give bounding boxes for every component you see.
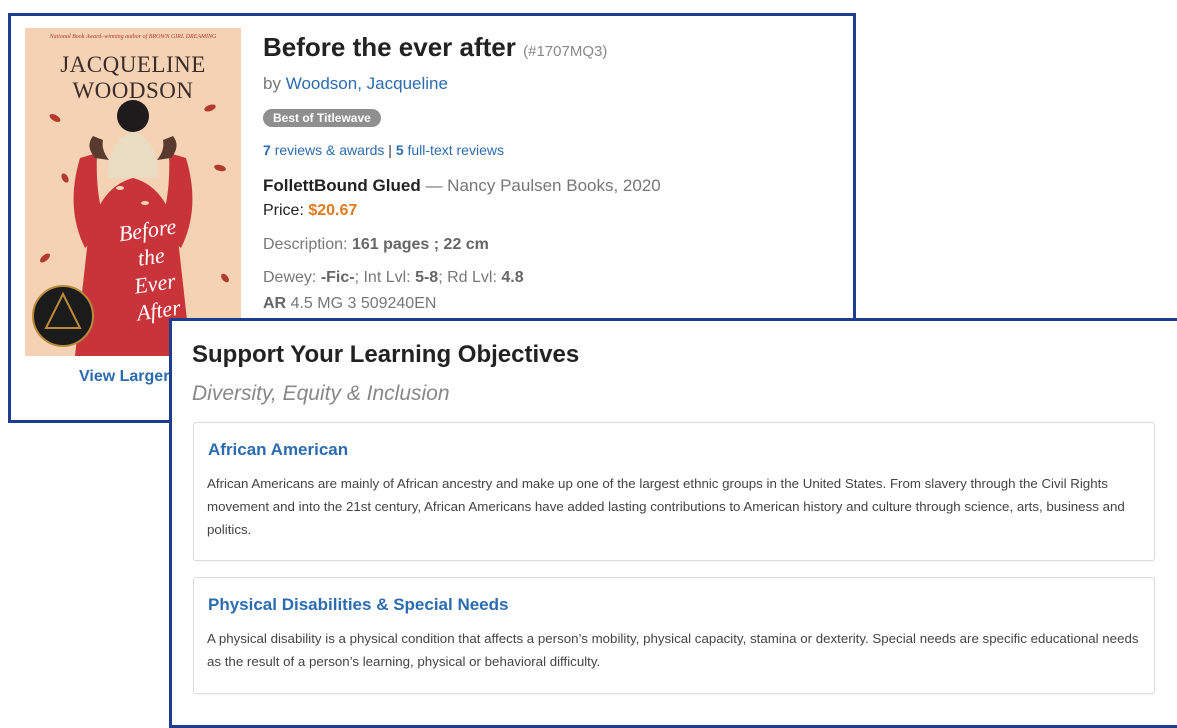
learning-objectives-panel: Support Your Learning Objectives Diversi…	[169, 318, 1177, 728]
binding: FollettBound Glued	[263, 176, 421, 195]
objective-card: Physical Disabilities & Special Needs A …	[193, 577, 1155, 694]
ar-value: 4.5 MG 3 509240EN	[290, 295, 437, 312]
interest-level-value: 5-8	[415, 269, 439, 286]
publisher: — Nancy Paulsen Books, 2020	[425, 176, 661, 195]
cover-title: Before the Ever After	[116, 213, 183, 326]
description-line: Description: 161 pages ; 22 cm	[263, 236, 489, 253]
objective-title-link[interactable]: Physical Disabilities & Special Needs	[208, 595, 508, 615]
book-item-id: (#1707MQ3)	[523, 43, 608, 60]
ar-line: AR 4.5 MG 3 509240EN	[263, 295, 436, 313]
byline: by Woodson, Jacqueline	[263, 74, 448, 93]
reviews-awards-link[interactable]: 7 reviews & awards	[263, 142, 384, 158]
book-title: Before the ever after (#1707MQ3)	[263, 32, 607, 63]
full-text-reviews-link[interactable]: 5 full-text reviews	[396, 142, 504, 158]
author-link[interactable]: Woodson, Jacqueline	[286, 74, 448, 93]
format-line: FollettBound Glued — Nancy Paulsen Books…	[263, 176, 661, 196]
cover-tagline: National Book Award–winning author of BR…	[49, 34, 217, 40]
cover-author: JACQUELINE WOODSON	[60, 52, 206, 103]
objectives-heading: Support Your Learning Objectives	[192, 341, 580, 368]
best-of-titlewave-badge: Best of Titlewave	[263, 109, 381, 127]
reviews-links: 7 reviews & awards | 5 full-text reviews	[263, 142, 504, 158]
objective-description: A physical disability is a physical cond…	[207, 631, 1139, 669]
reviews-separator: |	[388, 142, 392, 158]
objective-description: African Americans are mainly of African …	[207, 476, 1125, 537]
dewey-value: -Fic-	[320, 269, 355, 286]
objective-card: African American African Americans are m…	[193, 422, 1155, 561]
reading-level-value: 4.8	[501, 269, 524, 286]
book-title-text: Before the ever after	[263, 32, 516, 62]
ar-label: AR	[263, 295, 287, 312]
description-value: 161 pages ; 22 cm	[351, 236, 489, 253]
objectives-subheading: Diversity, Equity & Inclusion	[192, 382, 450, 405]
reading-levels-line: Dewey: -Fic-; Int Lvl: 5-8; Rd Lvl: 4.8	[263, 269, 524, 286]
objective-title-link[interactable]: African American	[208, 440, 348, 460]
book-cover-image[interactable]: National Book Award–winning author of BR…	[25, 28, 241, 356]
view-larger-link[interactable]: View Larger	[79, 368, 169, 386]
price-line: Price: $20.67	[263, 202, 358, 219]
price-amount: $20.67	[308, 202, 358, 219]
